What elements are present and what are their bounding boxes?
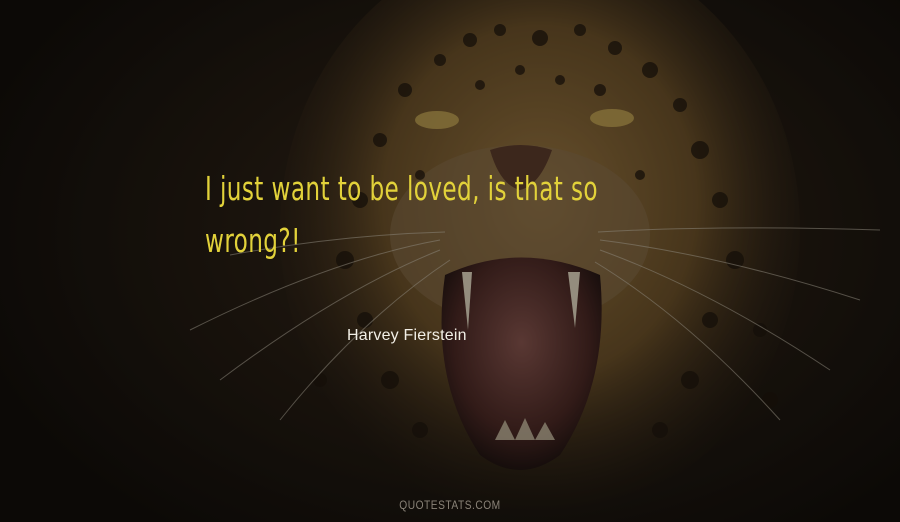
quote-author: Harvey Fierstein [347,327,467,344]
quote-line-1: I just want to be loved, is that so [205,169,598,208]
quote-text: I just want to be loved, is that so wron… [205,163,611,267]
quote-line-2: wrong?! [205,221,301,260]
site-watermark: QUOTESTATS.COM [399,498,501,512]
